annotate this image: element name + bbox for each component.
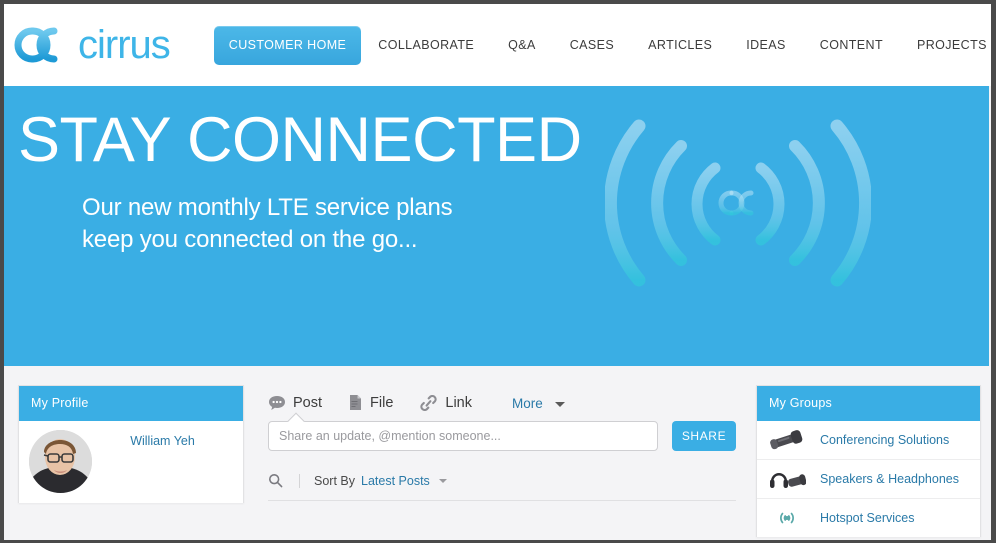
- hero-banner: STAY CONNECTED Our new monthly LTE servi…: [4, 86, 989, 366]
- site-header: cirrus CUSTOMER HOME COLLABORATE Q&A CAS…: [4, 4, 991, 86]
- left-sidebar: My Profile William Yeh: [18, 385, 244, 537]
- hero-subtitle: Our new monthly LTE service plans keep y…: [82, 192, 453, 256]
- chevron-down-icon: [554, 402, 565, 407]
- group-item-hotspot-services[interactable]: Hotspot Services: [757, 499, 980, 537]
- composer-tab-link-label: Link: [445, 395, 472, 411]
- chain-link-icon: [419, 395, 438, 411]
- composer-tab-file[interactable]: File: [348, 394, 393, 415]
- composer-tab-link[interactable]: Link: [419, 395, 472, 415]
- my-profile-panel-title: My Profile: [19, 386, 243, 421]
- composer-more-label: More: [512, 396, 543, 411]
- main-content-area: My Profile William Yeh Post File Link Mo…: [4, 366, 991, 540]
- my-groups-panel: My Groups Conferencing Solutions Speaker…: [756, 385, 981, 537]
- nav-item-collaborate[interactable]: COLLABORATE: [361, 26, 491, 64]
- my-profile-panel: My Profile William Yeh: [18, 385, 244, 503]
- nav-item-articles[interactable]: ARTICLES: [631, 26, 729, 64]
- my-groups-panel-title: My Groups: [757, 386, 980, 421]
- browser-page: cirrus CUSTOMER HOME COLLABORATE Q&A CAS…: [0, 0, 996, 543]
- composer-tab-file-label: File: [370, 394, 394, 411]
- share-button[interactable]: SHARE: [672, 421, 736, 451]
- sort-by-label: Sort By: [314, 473, 355, 488]
- sort-divider: [299, 473, 300, 488]
- wireless-signal-waves-icon: [603, 108, 873, 303]
- site-logo[interactable]: cirrus: [10, 16, 171, 74]
- hero-title: STAY CONNECTED: [18, 105, 582, 175]
- composer-tab-bar: Post File Link More: [268, 385, 736, 415]
- nav-item-content[interactable]: CONTENT: [803, 26, 900, 64]
- nav-item-ideas[interactable]: IDEAS: [729, 26, 803, 64]
- cirrus-infinity-rings-icon: [10, 23, 76, 67]
- feed-sort-bar: Sort By Latest Posts: [268, 473, 736, 501]
- hero-subtitle-line-1: Our new monthly LTE service plans: [82, 194, 453, 221]
- speech-bubble-icon: [268, 395, 286, 411]
- composer-input-row: SHARE: [268, 412, 736, 451]
- document-file-icon: [348, 394, 363, 411]
- right-sidebar: My Groups Conferencing Solutions Speaker…: [756, 385, 981, 537]
- group-item-label: Hotspot Services: [820, 511, 915, 525]
- profile-summary: William Yeh: [19, 421, 243, 503]
- feed-column: Post File Link More Share an update, @me…: [244, 385, 756, 537]
- group-item-label: Speakers & Headphones: [820, 472, 959, 486]
- search-icon[interactable]: [268, 473, 283, 488]
- conference-phone-icon: [767, 428, 807, 452]
- group-item-label: Conferencing Solutions: [820, 433, 950, 447]
- sort-by-value[interactable]: Latest Posts: [361, 474, 430, 488]
- composer-tab-post-label: Post: [293, 395, 323, 411]
- profile-user-name[interactable]: William Yeh: [92, 430, 233, 448]
- share-update-input[interactable]: [268, 421, 658, 451]
- nav-item-qa[interactable]: Q&A: [491, 26, 553, 64]
- hero-subtitle-line-2: keep you connected on the go...: [82, 226, 418, 253]
- group-item-speakers-headphones[interactable]: Speakers & Headphones: [757, 460, 980, 499]
- wifi-hotspot-icon: [767, 506, 807, 530]
- composer-more-menu[interactable]: More: [512, 396, 565, 415]
- nav-item-projects[interactable]: PROJECTS: [900, 26, 991, 64]
- headphones-speaker-icon: [767, 467, 807, 491]
- group-item-conferencing-solutions[interactable]: Conferencing Solutions: [757, 421, 980, 460]
- main-navigation: CUSTOMER HOME COLLABORATE Q&A CASES ARTI…: [213, 21, 991, 69]
- nav-item-cases[interactable]: CASES: [553, 26, 631, 64]
- chevron-down-icon[interactable]: [438, 478, 447, 483]
- nav-item-customer-home[interactable]: CUSTOMER HOME: [213, 25, 362, 65]
- logo-wordmark: cirrus: [78, 22, 171, 67]
- avatar[interactable]: [29, 430, 92, 493]
